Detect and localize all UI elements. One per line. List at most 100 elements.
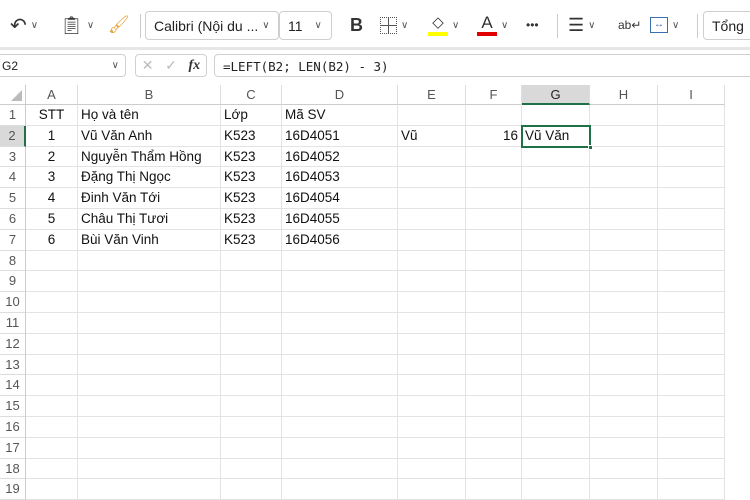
cell-I4[interactable] — [658, 167, 725, 189]
row-header-13[interactable]: 13 — [0, 354, 26, 376]
align-button[interactable]: ☰ ∨ — [568, 10, 595, 40]
row-header-8[interactable]: 8 — [0, 250, 26, 272]
cell-A4[interactable]: 3 — [26, 167, 78, 189]
cell-C6[interactable]: K523 — [221, 209, 282, 230]
cell-A7[interactable]: 6 — [26, 229, 78, 251]
row-header-15[interactable]: 15 — [0, 396, 26, 417]
cell-C19[interactable] — [221, 479, 282, 500]
borders-button[interactable]: ∨ — [380, 10, 408, 40]
cell-F3[interactable] — [466, 146, 522, 168]
cell-F2[interactable]: 16 — [466, 125, 522, 147]
cell-G15[interactable] — [522, 396, 590, 417]
cell-G12[interactable] — [522, 333, 590, 355]
cell-H5[interactable] — [590, 188, 658, 209]
cell-I9[interactable] — [658, 271, 725, 293]
cell-B19[interactable] — [78, 479, 221, 500]
cell-G3[interactable] — [522, 146, 590, 168]
cell-I14[interactable] — [658, 375, 725, 397]
row-header-7[interactable]: 7 — [0, 229, 26, 251]
cell-A3[interactable]: 2 — [26, 146, 78, 168]
cell-I17[interactable] — [658, 437, 725, 459]
cell-I18[interactable] — [658, 458, 725, 480]
cell-C18[interactable] — [221, 458, 282, 480]
cell-F14[interactable] — [466, 375, 522, 397]
font-name-select[interactable]: Calibri (Nội du ... ∨ — [145, 11, 279, 40]
cell-A8[interactable] — [26, 250, 78, 272]
cell-D5[interactable]: 16D4054 — [282, 188, 398, 209]
cell-G5[interactable] — [522, 188, 590, 209]
cell-H10[interactable] — [590, 292, 658, 313]
cell-G7[interactable] — [522, 229, 590, 251]
cell-B13[interactable] — [78, 354, 221, 376]
cell-A19[interactable] — [26, 479, 78, 500]
cell-E11[interactable] — [398, 313, 466, 334]
cell-B10[interactable] — [78, 292, 221, 313]
cell-B5[interactable]: Đinh Văn Tới — [78, 188, 221, 209]
cell-F6[interactable] — [466, 209, 522, 230]
row-header-2[interactable]: 2 — [0, 125, 26, 147]
fill-handle[interactable] — [588, 144, 593, 150]
cell-G9[interactable] — [522, 271, 590, 293]
column-header-G[interactable]: G — [522, 85, 590, 105]
row-header-17[interactable]: 17 — [0, 437, 26, 459]
cell-H19[interactable] — [590, 479, 658, 500]
cell-A2[interactable]: 1 — [26, 125, 78, 147]
cell-A16[interactable] — [26, 417, 78, 438]
cell-I15[interactable] — [658, 396, 725, 417]
cell-A17[interactable] — [26, 437, 78, 459]
cell-D15[interactable] — [282, 396, 398, 417]
cell-E7[interactable] — [398, 229, 466, 251]
cell-H18[interactable] — [590, 458, 658, 480]
cell-D16[interactable] — [282, 417, 398, 438]
cell-D12[interactable] — [282, 333, 398, 355]
row-header-16[interactable]: 16 — [0, 417, 26, 438]
undo-button[interactable]: ↶ ∨ — [10, 10, 38, 40]
cell-A9[interactable] — [26, 271, 78, 293]
cell-D18[interactable] — [282, 458, 398, 480]
cell-D17[interactable] — [282, 437, 398, 459]
cell-B18[interactable] — [78, 458, 221, 480]
cell-G8[interactable] — [522, 250, 590, 272]
cell-F7[interactable] — [466, 229, 522, 251]
row-header-1[interactable]: 1 — [0, 105, 26, 126]
column-header-E[interactable]: E — [398, 85, 466, 105]
cell-C3[interactable]: K523 — [221, 146, 282, 168]
cell-C7[interactable]: K523 — [221, 229, 282, 251]
cell-B17[interactable] — [78, 437, 221, 459]
cell-D4[interactable]: 16D4053 — [282, 167, 398, 189]
cell-H3[interactable] — [590, 146, 658, 168]
cell-B7[interactable]: Bùi Văn Vinh — [78, 229, 221, 251]
cell-E6[interactable] — [398, 209, 466, 230]
cell-I13[interactable] — [658, 354, 725, 376]
cell-A12[interactable] — [26, 333, 78, 355]
cell-G19[interactable] — [522, 479, 590, 500]
column-header-A[interactable]: A — [26, 85, 78, 105]
cell-F19[interactable] — [466, 479, 522, 500]
cell-H13[interactable] — [590, 354, 658, 376]
cell-E3[interactable] — [398, 146, 466, 168]
cell-A18[interactable] — [26, 458, 78, 480]
cell-B6[interactable]: Châu Thị Tươi — [78, 209, 221, 230]
cell-H17[interactable] — [590, 437, 658, 459]
cell-E2[interactable]: Vũ — [398, 125, 466, 147]
cell-D3[interactable]: 16D4052 — [282, 146, 398, 168]
cell-D2[interactable]: 16D4051 — [282, 125, 398, 147]
cell-F1[interactable] — [466, 105, 522, 126]
row-header-10[interactable]: 10 — [0, 292, 26, 313]
cell-B12[interactable] — [78, 333, 221, 355]
cell-F13[interactable] — [466, 354, 522, 376]
cell-D10[interactable] — [282, 292, 398, 313]
cell-G10[interactable] — [522, 292, 590, 313]
cell-C4[interactable]: K523 — [221, 167, 282, 189]
cell-C5[interactable]: K523 — [221, 188, 282, 209]
cell-I2[interactable] — [658, 125, 725, 147]
bold-button[interactable]: B — [350, 10, 363, 40]
cell-H11[interactable] — [590, 313, 658, 334]
merge-button[interactable]: ↔ ∨ — [650, 10, 679, 40]
cell-H9[interactable] — [590, 271, 658, 293]
font-color-button[interactable]: A ∨ — [477, 10, 508, 40]
cell-C8[interactable] — [221, 250, 282, 272]
cell-F18[interactable] — [466, 458, 522, 480]
row-header-5[interactable]: 5 — [0, 188, 26, 209]
cell-E13[interactable] — [398, 354, 466, 376]
